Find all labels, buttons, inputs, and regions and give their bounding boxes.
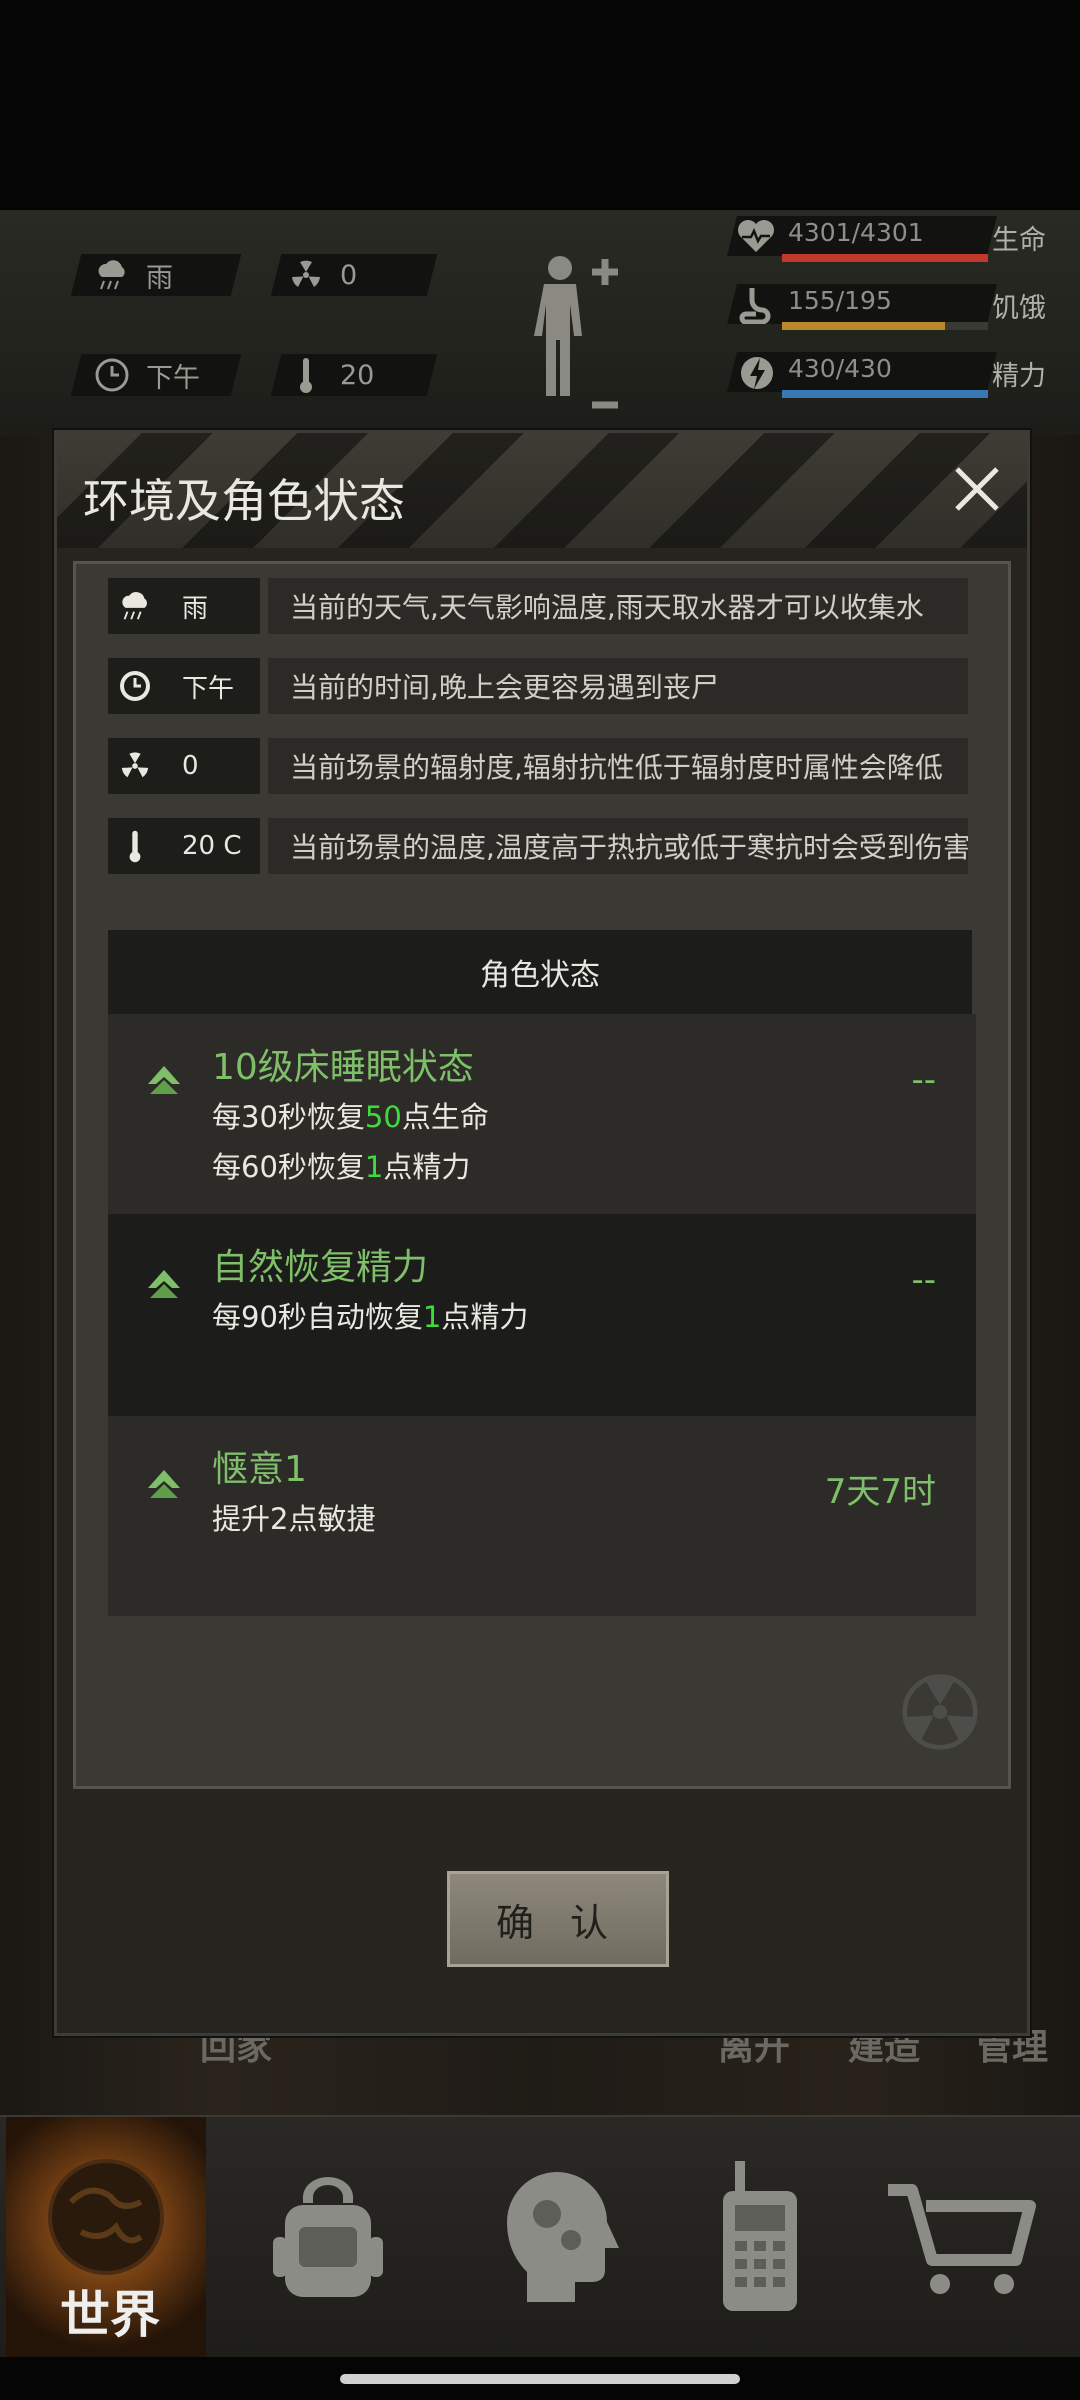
env-key-value: 0: [182, 751, 199, 781]
nav-shop[interactable]: [860, 2117, 1060, 2357]
time-value: 下午: [146, 362, 200, 394]
top-hud: 雨 0 下午 20 4301/4301 生命 155/195 饥饿 430/43…: [0, 210, 1080, 435]
time-indicator[interactable]: 下午: [92, 354, 200, 396]
thermometer-icon: [286, 355, 326, 395]
status-duration: --: [911, 1260, 936, 1300]
head-gears-icon: [507, 2172, 619, 2302]
temperature-indicator[interactable]: 20: [286, 354, 374, 396]
hunger-value: 155/195: [788, 286, 892, 315]
env-description: 当前场景的辐射度,辐射抗性低于辐射度时属性会降低: [268, 738, 968, 794]
character-body-icon: [534, 256, 618, 409]
status-item: 10级床睡眠状态 每30秒恢复50点生命 每60秒恢复1点精力 --: [108, 1014, 976, 1214]
character-figure[interactable]: [520, 250, 630, 420]
radio-icon: [723, 2161, 797, 2311]
clock-icon: [108, 668, 162, 704]
health-value: 4301/4301: [788, 218, 924, 247]
radiation-indicator[interactable]: 0: [286, 254, 357, 296]
status-effect-line: 每30秒恢复50点生命: [212, 1100, 489, 1134]
rain-cloud-icon: [108, 589, 162, 623]
status-name: 自然恢复精力: [212, 1247, 429, 1288]
bottom-nav: 世界: [0, 2115, 1080, 2357]
clock-icon: [92, 355, 132, 395]
up-arrow-icon: [148, 1270, 180, 1298]
radiation-watermark-icon: [902, 1674, 978, 1750]
hunger-bar: [782, 322, 945, 330]
world-label: 世界: [60, 2286, 160, 2344]
radiation-icon: [108, 750, 162, 782]
dialog-header: 环境及角色状态: [57, 433, 1027, 548]
lightning-icon: [741, 357, 773, 389]
status-name: 惬意1: [212, 1449, 307, 1490]
status-duration: 7天7时: [824, 1472, 936, 1512]
env-row-time: 下午 当前的时间,晚上会更容易遇到丧尸: [108, 658, 968, 714]
radiation-value: 0: [340, 259, 358, 291]
status-effect-line: 每90秒自动恢复1点精力: [212, 1300, 529, 1334]
energy-label: 精力: [992, 361, 1046, 392]
radiation-icon: [286, 255, 326, 295]
health-bar: [782, 254, 988, 262]
up-arrow-icon: [148, 1470, 180, 1498]
cart-icon: [888, 2184, 1036, 2294]
energy-value: 430/430: [788, 354, 892, 383]
status-item: 自然恢复精力 每90秒自动恢复1点精力 --: [108, 1214, 976, 1416]
temperature-value: 20: [340, 359, 375, 391]
weather-value: 雨: [146, 262, 173, 294]
energy-bar: [782, 390, 988, 398]
thermometer-icon: [108, 827, 162, 865]
rain-cloud-icon: [92, 255, 132, 295]
nav-radio[interactable]: [660, 2117, 860, 2357]
status-duration: --: [911, 1060, 936, 1100]
dialog-title: 环境及角色状态: [83, 474, 405, 528]
dialog-content: 雨 当前的天气,天气影响温度,雨天取水器才可以收集水 下午 当前的时间,晚上会更…: [73, 561, 1011, 1789]
up-arrow-icon: [148, 1066, 180, 1094]
env-row-temperature: 20 C 当前场景的温度,温度高于热抗或低于寒抗时会受到伤害: [108, 818, 968, 874]
env-description: 当前的时间,晚上会更容易遇到丧尸: [268, 658, 968, 714]
env-key-value: 20 C: [182, 831, 242, 861]
energy-stat: 430/430 精力: [720, 346, 1060, 406]
nav-skills[interactable]: [462, 2117, 662, 2357]
home-indicator[interactable]: [340, 2374, 740, 2384]
backpack-icon: [273, 2177, 383, 2297]
env-description: 当前的天气,天气影响温度,雨天取水器才可以收集水: [268, 578, 968, 634]
weather-indicator[interactable]: 雨: [92, 254, 173, 296]
status-effect-line: 每60秒恢复1点精力: [212, 1150, 471, 1184]
stomach-icon: [739, 288, 771, 324]
status-effect-line: 提升2点敏捷: [212, 1502, 376, 1536]
confirm-button[interactable]: 确 认: [443, 1867, 673, 1971]
status-item: 惬意1 提升2点敏捷 7天7时: [108, 1416, 976, 1616]
env-description: 当前场景的温度,温度高于热抗或低于寒抗时会受到伤害: [268, 818, 968, 874]
hunger-label: 饥饿: [992, 293, 1046, 324]
heart-icon: [738, 220, 774, 252]
status-section-header: 角色状态: [108, 930, 972, 1016]
env-row-radiation: 0 当前场景的辐射度,辐射抗性低于辐射度时属性会降低: [108, 738, 968, 794]
nav-backpack[interactable]: [228, 2117, 428, 2357]
status-name: 10级床睡眠状态: [212, 1047, 474, 1088]
globe-icon: [48, 2159, 164, 2275]
close-button[interactable]: [949, 461, 1005, 517]
env-key-value: 雨: [182, 593, 209, 624]
env-key-value: 下午: [182, 673, 235, 704]
env-row-weather: 雨 当前的天气,天气影响温度,雨天取水器才可以收集水: [108, 578, 968, 634]
hunger-stat: 155/195 饥饿: [720, 278, 1060, 338]
status-dialog: 环境及角色状态 雨 当前的天气,天气影响温度,雨天取水器才可以收集水 下午 当前…: [54, 430, 1030, 2036]
close-icon: [955, 467, 999, 511]
health-label: 生命: [992, 225, 1046, 256]
health-stat: 4301/4301 生命: [720, 210, 1060, 270]
nav-world[interactable]: 世界: [6, 2117, 206, 2357]
